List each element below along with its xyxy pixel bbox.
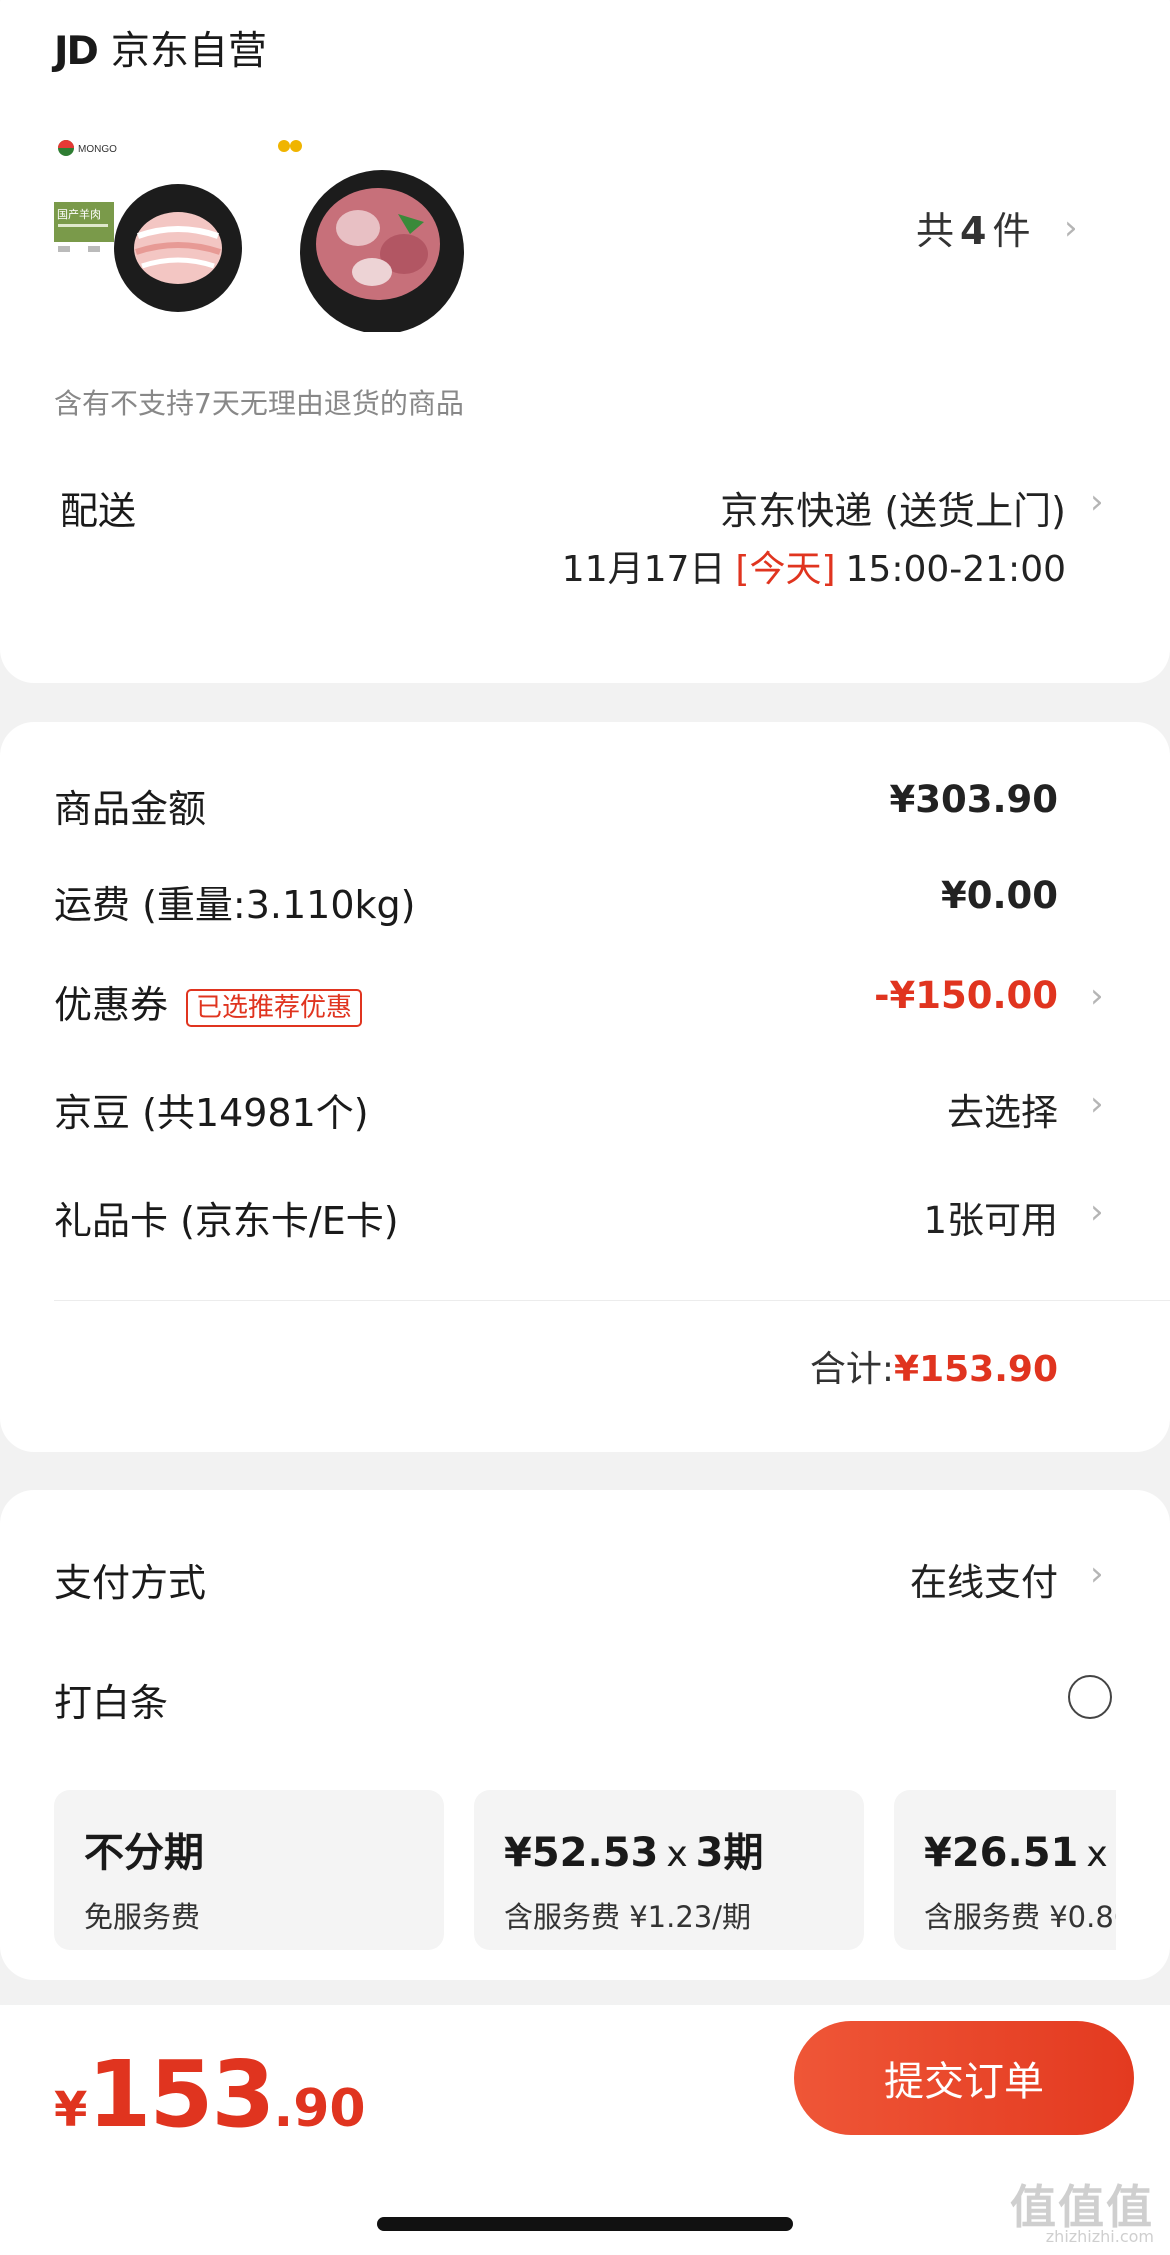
- item-count-suffix: 件: [992, 209, 1031, 253]
- baitiao-label: 打白条: [54, 1681, 169, 1725]
- plan-title: 不分期: [84, 1830, 204, 1876]
- goods-amount-value: ¥303.90: [889, 778, 1058, 821]
- plan-3-installments[interactable]: ¥52.53 x 3期 含服务费 ¥1.23/期: [474, 1790, 864, 1950]
- goods-amount-label: 商品金额: [54, 787, 207, 831]
- plan-title: ¥26.51x6期: [924, 1820, 1116, 1878]
- baitiao-radio[interactable]: [1068, 1675, 1112, 1719]
- payment-method-label: 支付方式: [54, 1561, 207, 1605]
- chevron-right-icon[interactable]: ›: [1090, 1554, 1104, 1594]
- total-label: 合计:: [809, 1349, 895, 1390]
- coupon-row[interactable]: 优惠券 已选推荐优惠: [54, 974, 363, 1029]
- chevron-right-icon[interactable]: ›: [1064, 208, 1078, 248]
- plan-subtitle: 免服务费: [84, 1900, 201, 1934]
- watermark-url: zhizhizhi.com: [1045, 2227, 1154, 2246]
- shipping-method[interactable]: 京东快递 (送货上门): [720, 480, 1066, 535]
- amount-integer: 153: [87, 2041, 275, 2148]
- plan-amount: ¥26.51: [924, 1830, 1079, 1876]
- plan-amount: ¥52.53: [504, 1830, 659, 1876]
- payable-amount: ¥153.90: [54, 2041, 366, 2148]
- plan-title: ¥52.53 x 3期: [504, 1820, 864, 1878]
- home-indicator[interactable]: [377, 2217, 793, 2231]
- freight-value: ¥0.00: [940, 874, 1058, 917]
- plan-no-installment[interactable]: 不分期 免服务费: [54, 1790, 444, 1950]
- checkout-bar: ¥153.90 提交订单 值值值 zhizhizhi.com: [0, 2005, 1170, 2255]
- coupon-selected-badge: 已选推荐优惠: [186, 988, 363, 1027]
- lamb-slices-product-image: MONGO 国产羊肉: [54, 140, 242, 312]
- delivery-today-tag: [今天]: [735, 549, 836, 590]
- product-brand: MONGO: [78, 144, 117, 155]
- divider: [54, 1300, 1170, 1301]
- product-thumbnail-2[interactable]: [272, 136, 468, 334]
- plan-6-installments[interactable]: ¥26.51x6期 含服务费 ¥0.86/期: [894, 1790, 1116, 1950]
- price-card: 商品金额 ¥303.90 运费 (重量:3.110kg) ¥0.00 优惠券 已选…: [0, 722, 1170, 1452]
- delivery-window: 15:00-21:00: [845, 549, 1066, 590]
- shop-card: JD 京东自营 MONGO 国产羊肉 共 4 件 › 含有不支持7天无理由退货的…: [0, 0, 1170, 683]
- shop-name: 京东自营: [110, 29, 267, 74]
- shop-header[interactable]: JD 京东自营: [54, 20, 267, 76]
- shipping-label: 配送: [60, 489, 137, 533]
- giftcard-label: 礼品卡 (京东卡/E卡): [54, 1199, 399, 1243]
- lamb-spine-product-image: [278, 140, 464, 334]
- jd-logo: JD: [54, 29, 99, 74]
- coupon-label: 优惠券: [54, 983, 169, 1027]
- coupon-value[interactable]: -¥150.00: [874, 974, 1058, 1017]
- item-count-number: 4: [960, 209, 987, 253]
- plan-subtitle: 含服务费 ¥1.23/期: [504, 1900, 752, 1934]
- installment-plans[interactable]: 不分期 免服务费 ¥52.53x3期 含服务费 ¥1.23/期 ¥26.51x6…: [54, 1790, 1116, 1950]
- chevron-right-icon[interactable]: ›: [1090, 482, 1104, 522]
- plan-times: x: [666, 1834, 688, 1875]
- total-value: ¥153.90: [894, 1349, 1058, 1390]
- chevron-right-icon[interactable]: ›: [1090, 1084, 1104, 1124]
- plan-subtitle: 含服务费 ¥0.86/期: [924, 1900, 1116, 1934]
- giftcard-available[interactable]: 1张可用: [923, 1190, 1058, 1244]
- item-count-prefix: 共: [916, 209, 955, 253]
- delivery-date: 11月17日: [561, 549, 726, 590]
- plan-period: 3期: [695, 1830, 764, 1876]
- jingdou-select[interactable]: 去选择: [947, 1082, 1058, 1136]
- freight-label: 运费 (重量:3.110kg): [54, 883, 416, 927]
- jingdou-label: 京豆 (共14981个): [54, 1091, 369, 1135]
- delivery-time[interactable]: 11月17日 [今天] 15:00-21:00: [562, 540, 1066, 592]
- total-row: 合计:¥153.90: [810, 1340, 1058, 1392]
- item-count[interactable]: 共4件: [916, 200, 1030, 255]
- chevron-right-icon[interactable]: ›: [1090, 1192, 1104, 1232]
- chevron-right-icon[interactable]: ›: [1090, 976, 1104, 1016]
- plan-times: x: [1086, 1834, 1108, 1875]
- payment-method-value[interactable]: 在线支付: [910, 1552, 1058, 1606]
- product-thumbnail-1[interactable]: MONGO 国产羊肉: [54, 136, 254, 336]
- amount-decimal: .90: [273, 2079, 366, 2139]
- product-tag: 国产羊肉: [57, 207, 101, 221]
- return-policy-notice: 含有不支持7天无理由退货的商品: [54, 387, 464, 420]
- submit-order-button[interactable]: 提交订单: [794, 2021, 1134, 2135]
- currency-symbol: ¥: [54, 2082, 88, 2138]
- payment-card: 支付方式 在线支付 › 打白条 不分期 免服务费 ¥52.53 x 3期 含服务费 …: [0, 1490, 1170, 1980]
